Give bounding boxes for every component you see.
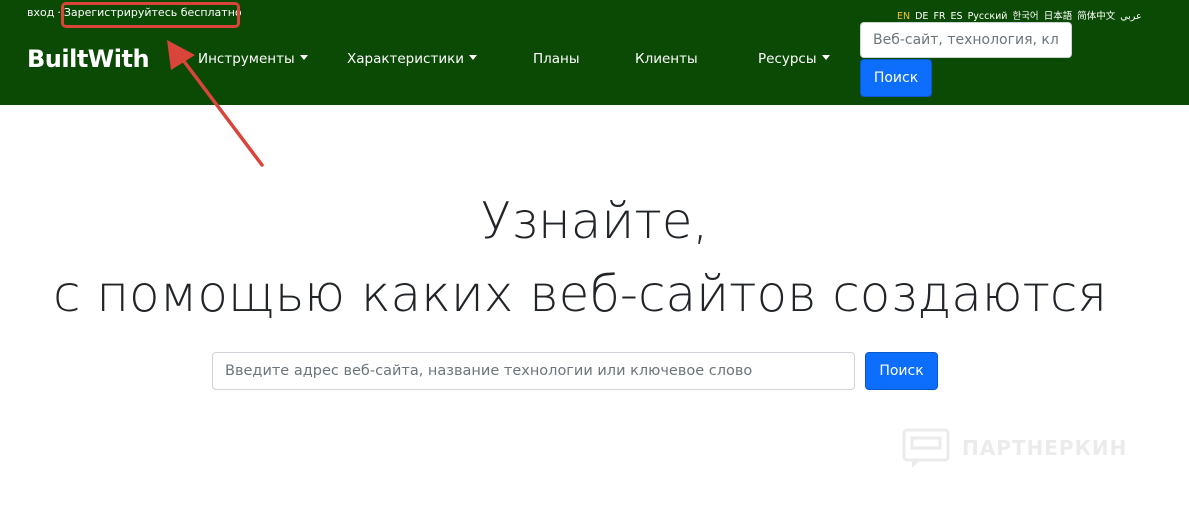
header-search-button[interactable]: Поиск (860, 59, 932, 97)
nav-plans[interactable]: Планы (533, 51, 580, 67)
main-search-input[interactable] (212, 352, 855, 390)
nav-resources-label: Ресурсы (758, 51, 817, 67)
nav-customers-label: Клиенты (635, 51, 698, 67)
annotation-highlight-box (61, 2, 240, 28)
lang-ar[interactable]: عربي (1120, 11, 1141, 22)
lang-ja[interactable]: 日本語 (1044, 11, 1073, 22)
builtwith-logo[interactable]: BuiltWith (27, 40, 150, 78)
logo-text: BuiltWith (27, 45, 150, 73)
lang-zh[interactable]: 简体中文 (1077, 11, 1115, 22)
lang-fr[interactable]: FR (933, 11, 945, 22)
language-switcher: EN DE FR ES Русский 한국어 日本語 简体中文 عربي (897, 8, 1147, 22)
watermark-logo-icon (902, 428, 950, 468)
hero-title-line1: Узнайте, (480, 192, 709, 250)
nav-tools-label: Инструменты (198, 51, 295, 67)
caret-down-icon (299, 55, 308, 60)
lang-ru[interactable]: Русский (968, 11, 1008, 22)
hero-title-line2: с помощью каких веб-сайтов создаются (52, 265, 1108, 323)
nav-customers[interactable]: Клиенты (635, 51, 698, 67)
nav-features[interactable]: Характеристики (347, 51, 478, 67)
nav-features-label: Характеристики (347, 51, 465, 67)
header-search-input[interactable] (860, 22, 1072, 58)
nav-plans-label: Планы (533, 51, 580, 67)
caret-down-icon (821, 55, 830, 60)
lang-en[interactable]: EN (897, 11, 910, 22)
main-search-button[interactable]: Поиск (865, 352, 938, 390)
page: вход · Зарегистрируйтесь бесплатно EN DE FR E… (0, 0, 1189, 531)
watermark: ПАРТНЕРКИН (902, 428, 1142, 470)
lang-de[interactable]: DE (915, 11, 928, 22)
login-link[interactable]: вход (27, 6, 54, 19)
caret-down-icon (469, 55, 478, 60)
lang-es[interactable]: ES (951, 11, 963, 22)
lang-ko[interactable]: 한국어 (1012, 11, 1038, 22)
watermark-text: ПАРТНЕРКИН (962, 436, 1128, 460)
nav-tools[interactable]: Инструменты (198, 51, 308, 67)
nav-resources[interactable]: Ресурсы (758, 51, 830, 67)
